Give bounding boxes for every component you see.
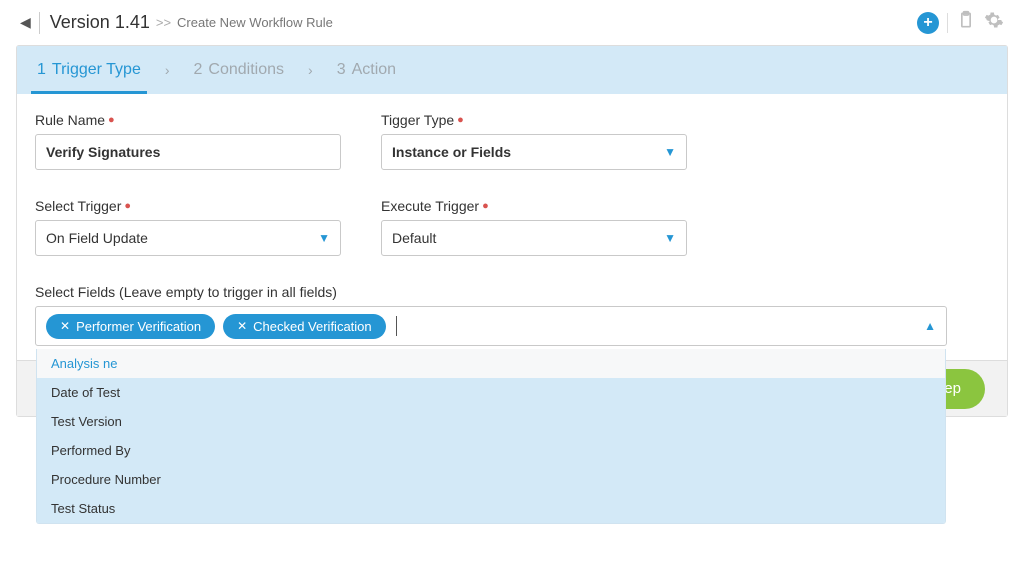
select-trigger-select[interactable]: On Field Update ▼ [35,220,341,256]
label-text: Execute Trigger [381,198,479,214]
step-trigger-type[interactable]: 1 Trigger Type [27,46,151,94]
steps-bar: 1 Trigger Type › 2 Conditions › 3 Action [17,46,1007,94]
required-dot-icon: ● [124,200,131,212]
label-text: Select Trigger [35,198,121,214]
step-label: Trigger Type [52,61,141,79]
step-number: 1 [37,61,46,79]
step-separator: › [151,62,184,78]
header-actions: + [917,10,1004,35]
text-cursor [396,316,397,336]
dropdown-option[interactable]: Date of Test [37,378,945,407]
dropdown-option[interactable]: Analysis ne [37,349,945,378]
trigger-type-label: Tigger Type● [381,112,687,128]
page-header: ◀ Version 1.41 >> Create New Workflow Ru… [0,0,1024,41]
gear-icon[interactable] [984,10,1004,35]
breadcrumb-separator: >> [156,15,171,30]
dropdown-option[interactable]: Procedure Number [37,465,945,494]
select-fields-label: Select Fields (Leave empty to trigger in… [35,284,947,300]
select-fields-dropdown: Analysis ne Date of Test Test Version Pe… [36,349,946,524]
add-icon[interactable]: + [917,12,939,34]
trigger-type-select[interactable]: Instance or Fields ▼ [381,134,687,170]
divider [947,13,948,33]
chip-remove-icon[interactable]: ✕ [60,319,70,333]
dropdown-option[interactable]: Test Status [37,494,945,523]
execute-trigger-label: Execute Trigger● [381,198,687,214]
label-text: Tigger Type [381,112,454,128]
step-number: 3 [337,61,346,79]
required-dot-icon: ● [108,114,115,126]
label-text: Rule Name [35,112,105,128]
select-value: Default [392,230,436,246]
chip-checked-verification: ✕ Checked Verification [223,314,386,339]
clipboard-icon[interactable] [956,10,976,35]
required-dot-icon: ● [482,200,489,212]
divider [39,12,40,34]
back-arrow-icon[interactable]: ◀ [20,14,31,31]
chip-label: Performer Verification [76,319,201,334]
chevron-down-icon: ▼ [664,231,676,245]
dropdown-option[interactable]: Performed By [37,436,945,465]
select-fields-multiselect[interactable]: ✕ Performer Verification ✕ Checked Verif… [35,306,947,346]
select-trigger-label: Select Trigger● [35,198,341,214]
step-number: 2 [194,61,203,79]
chevron-down-icon: ▼ [664,145,676,159]
step-label: Conditions [208,61,284,79]
rule-name-label: Rule Name● [35,112,341,128]
rule-name-input[interactable] [35,134,341,170]
chevron-down-icon: ▼ [318,231,330,245]
execute-trigger-select[interactable]: Default ▼ [381,220,687,256]
step-action[interactable]: 3 Action [327,46,406,94]
step-conditions[interactable]: 2 Conditions [184,46,295,94]
chip-performer-verification: ✕ Performer Verification [46,314,215,339]
version-title: Version 1.41 [50,12,150,33]
form-body: Rule Name● Tigger Type● Instance or Fiel… [17,94,1007,416]
select-value: On Field Update [46,230,148,246]
select-value: Instance or Fields [392,144,511,160]
chip-remove-icon[interactable]: ✕ [237,319,247,333]
chip-label: Checked Verification [253,319,372,334]
step-separator: › [294,62,327,78]
breadcrumb: Create New Workflow Rule [177,15,333,30]
dropdown-option[interactable]: Test Version [37,407,945,436]
required-dot-icon: ● [457,114,464,126]
wizard-card: 1 Trigger Type › 2 Conditions › 3 Action… [16,45,1008,417]
step-label: Action [352,61,396,79]
chevron-up-icon[interactable]: ▲ [924,319,936,333]
